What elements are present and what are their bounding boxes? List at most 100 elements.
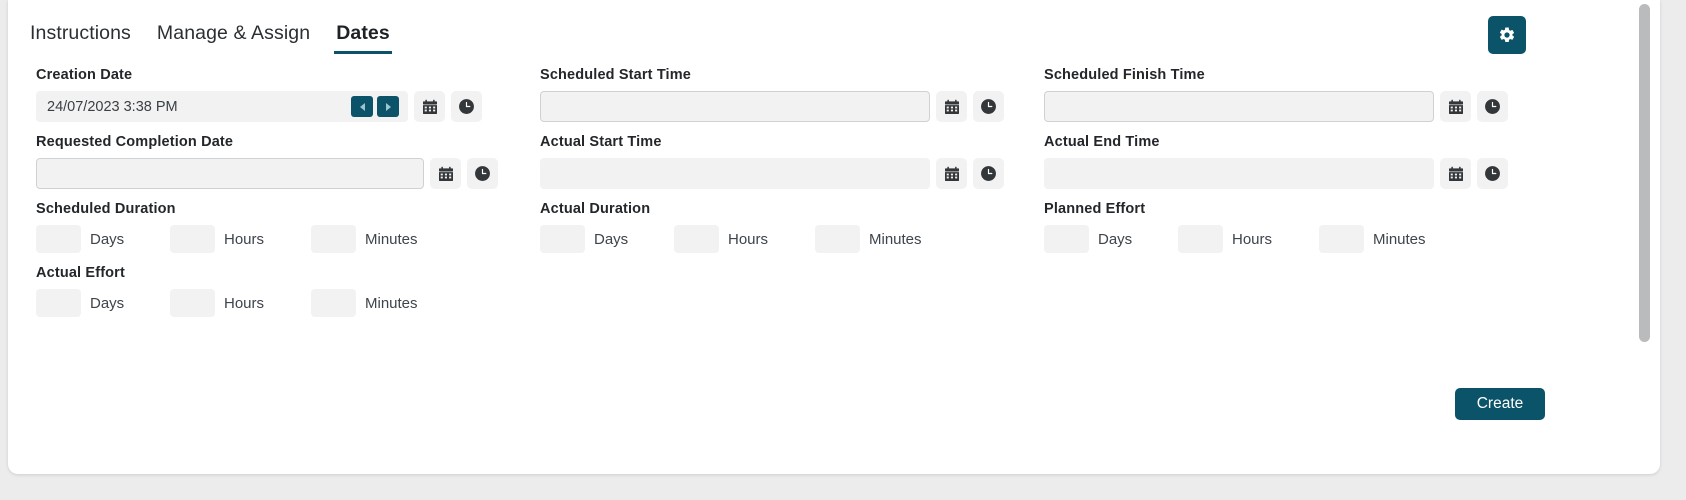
creation-date-label: Creation Date xyxy=(36,67,133,83)
actual-duration-minutes-label: Minutes xyxy=(869,230,922,248)
field-group-actual-duration: Actual Duration Days Hours Minutes xyxy=(532,200,1036,264)
planned-effort-hours-input[interactable] xyxy=(1178,225,1223,253)
creation-date-value: 24/07/2023 3:38 PM xyxy=(47,98,178,115)
dates-form: Creation Date 24/07/2023 3:38 PM Schedul… xyxy=(8,66,1660,328)
settings-button[interactable] xyxy=(1488,16,1526,54)
scheduled-start-time-clock-button[interactable] xyxy=(973,91,1004,122)
actual-end-time-calendar-button[interactable] xyxy=(1440,158,1471,189)
field-group-scheduled-start-time: Scheduled Start Time xyxy=(532,66,1036,133)
scheduled-duration-days-input[interactable] xyxy=(36,225,81,253)
scheduled-finish-time-input[interactable] xyxy=(1044,91,1434,122)
actual-effort-label: Actual Effort xyxy=(36,265,125,281)
scheduled-duration-minutes: Minutes xyxy=(311,225,441,253)
field-group-scheduled-finish-time: Scheduled Finish Time xyxy=(1036,66,1540,133)
scheduled-start-time-input[interactable] xyxy=(540,91,930,122)
planned-effort-minutes-label: Minutes xyxy=(1373,230,1426,248)
field-group-planned-effort: Planned Effort Days Hours Minutes xyxy=(1036,200,1540,264)
actual-effort-hours: Hours xyxy=(170,289,295,317)
actual-end-time-clock-button[interactable] xyxy=(1477,158,1508,189)
form-row-2: Requested Completion Date Actual Start T… xyxy=(8,133,1538,200)
clock-icon xyxy=(458,98,475,115)
chevron-left-icon[interactable] xyxy=(351,96,373,117)
clock-icon xyxy=(1484,165,1501,182)
form-row-1: Creation Date 24/07/2023 3:38 PM Schedul… xyxy=(8,66,1538,133)
actual-effort-days: Days xyxy=(36,289,154,317)
tab-instructions[interactable]: Instructions xyxy=(28,20,133,54)
requested-completion-date-label: Requested Completion Date xyxy=(36,134,234,150)
scheduled-start-time-row xyxy=(540,91,1036,122)
clock-icon xyxy=(474,165,491,182)
field-group-creation-date: Creation Date 24/07/2023 3:38 PM xyxy=(28,66,532,133)
scheduled-finish-time-calendar-button[interactable] xyxy=(1440,91,1471,122)
planned-effort-days-input[interactable] xyxy=(1044,225,1089,253)
requested-completion-date-clock-button[interactable] xyxy=(467,158,498,189)
calendar-icon xyxy=(422,99,438,115)
actual-effort-hours-input[interactable] xyxy=(170,289,215,317)
actual-duration-days: Days xyxy=(540,225,658,253)
actual-start-time-clock-button[interactable] xyxy=(973,158,1004,189)
actual-duration-hours-label: Hours xyxy=(728,230,769,248)
field-group-actual-effort: Actual Effort Days Hours Minutes xyxy=(28,264,532,328)
scheduled-duration-minutes-input[interactable] xyxy=(311,225,356,253)
actual-duration-label: Actual Duration xyxy=(540,201,651,217)
actual-effort-hours-label: Hours xyxy=(224,294,265,312)
gear-icon xyxy=(1498,26,1516,44)
calendar-icon xyxy=(944,166,960,182)
actual-duration-hours-input[interactable] xyxy=(674,225,719,253)
field-group-actual-start-time: Actual Start Time xyxy=(532,133,1036,200)
tab-dates[interactable]: Dates xyxy=(334,20,392,54)
scheduled-finish-time-clock-button[interactable] xyxy=(1477,91,1508,122)
actual-start-time-calendar-button[interactable] xyxy=(936,158,967,189)
actual-end-time-row xyxy=(1044,158,1540,189)
actual-duration-minutes-input[interactable] xyxy=(815,225,860,253)
actual-end-time-input[interactable] xyxy=(1044,158,1434,189)
tab-manage-and-assign[interactable]: Manage & Assign xyxy=(155,20,312,54)
scheduled-duration-hours-label: Hours xyxy=(224,230,265,248)
scheduled-duration-hours-input[interactable] xyxy=(170,225,215,253)
actual-start-time-input[interactable] xyxy=(540,158,930,189)
actual-duration-hours: Hours xyxy=(674,225,799,253)
creation-date-calendar-button[interactable] xyxy=(414,91,445,122)
scheduled-duration-minutes-label: Minutes xyxy=(365,230,418,248)
creation-date-spinners xyxy=(351,96,399,117)
vertical-scrollbar[interactable] xyxy=(1639,0,1650,474)
form-row-3: Scheduled Duration Days Hours Minutes Ac… xyxy=(8,200,1538,264)
form-row-4: Actual Effort Days Hours Minutes xyxy=(8,264,1538,328)
creation-date-clock-button[interactable] xyxy=(451,91,482,122)
actual-duration-days-input[interactable] xyxy=(540,225,585,253)
actual-effort-days-input[interactable] xyxy=(36,289,81,317)
clock-icon xyxy=(1484,98,1501,115)
planned-effort-row: Days Hours Minutes xyxy=(1044,225,1540,253)
actual-effort-minutes-label: Minutes xyxy=(365,294,418,312)
scheduled-start-time-calendar-button[interactable] xyxy=(936,91,967,122)
chevron-right-icon[interactable] xyxy=(377,96,399,117)
planned-effort-days: Days xyxy=(1044,225,1162,253)
tab-bar: Instructions Manage & Assign Dates xyxy=(28,20,392,54)
calendar-icon xyxy=(944,99,960,115)
actual-duration-minutes: Minutes xyxy=(815,225,945,253)
planned-effort-hours: Hours xyxy=(1178,225,1303,253)
clock-icon xyxy=(980,98,997,115)
actual-effort-row: Days Hours Minutes xyxy=(36,289,532,317)
dates-panel-card: Instructions Manage & Assign Dates Creat… xyxy=(8,0,1660,474)
calendar-icon xyxy=(1448,166,1464,182)
create-button[interactable]: Create xyxy=(1455,388,1545,420)
field-group-requested-completion-date: Requested Completion Date xyxy=(28,133,532,200)
calendar-icon xyxy=(1448,99,1464,115)
scheduled-duration-label: Scheduled Duration xyxy=(36,201,176,217)
actual-effort-minutes-input[interactable] xyxy=(311,289,356,317)
actual-effort-minutes: Minutes xyxy=(311,289,441,317)
creation-date-input[interactable]: 24/07/2023 3:38 PM xyxy=(36,91,408,122)
requested-completion-date-row xyxy=(36,158,532,189)
requested-completion-date-calendar-button[interactable] xyxy=(430,158,461,189)
scrollbar-thumb[interactable] xyxy=(1639,4,1650,342)
requested-completion-date-input[interactable] xyxy=(36,158,424,189)
actual-start-time-label: Actual Start Time xyxy=(540,134,662,150)
actual-duration-days-label: Days xyxy=(594,230,629,248)
planned-effort-minutes-input[interactable] xyxy=(1319,225,1364,253)
field-group-actual-end-time: Actual End Time xyxy=(1036,133,1540,200)
scheduled-duration-row: Days Hours Minutes xyxy=(36,225,532,253)
planned-effort-hours-label: Hours xyxy=(1232,230,1273,248)
actual-effort-days-label: Days xyxy=(90,294,125,312)
calendar-icon xyxy=(438,166,454,182)
